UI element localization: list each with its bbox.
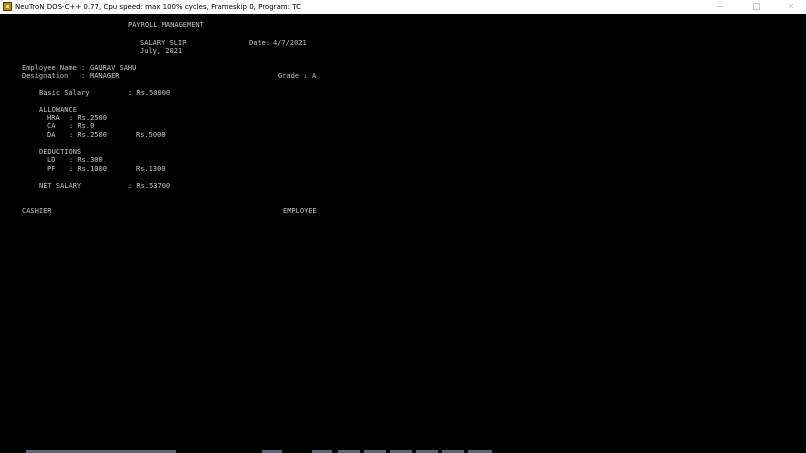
deduction-value-pf: : Rs.1000 bbox=[69, 165, 107, 173]
allowance-value-da: : Rs.2500 bbox=[69, 131, 107, 139]
date-label: Date: bbox=[249, 39, 271, 47]
deductions-total: Rs.1300 bbox=[136, 165, 166, 173]
maximize-button[interactable] bbox=[741, 0, 771, 14]
allowance-value-hra: : Rs.2500 bbox=[69, 114, 107, 122]
deduction-value-ld: : Rs.300 bbox=[69, 156, 103, 164]
minimize-button[interactable] bbox=[705, 0, 735, 14]
slip-month: July, 2021 bbox=[140, 47, 183, 55]
allowance-value-ca: : Rs.0 bbox=[69, 122, 95, 130]
designation-label: Designation : bbox=[22, 72, 86, 80]
employee-name-value: GAURAV SAHU bbox=[90, 64, 137, 72]
allowance-heading: ALLOWANCE bbox=[39, 106, 77, 114]
deduction-label-pf: PF bbox=[47, 165, 56, 173]
allowance-label-hra: HRA bbox=[47, 114, 60, 122]
grade-value: A bbox=[312, 72, 317, 80]
designation-value: MANAGER bbox=[90, 72, 120, 80]
title-bar[interactable]: NeuTroN DOS-C++ 0.77, Cpu speed: max 100… bbox=[0, 0, 806, 14]
deduction-label-ld: LD bbox=[47, 156, 56, 164]
dos-screen[interactable]: PAYROLL MANAGEMENT SALARY SLIP Date: 4/7… bbox=[0, 14, 806, 453]
grade-label: Grade : bbox=[278, 72, 308, 80]
maximize-icon bbox=[752, 3, 760, 10]
cashier-signature-label: CASHIER bbox=[22, 207, 52, 215]
window-title: NeuTroN DOS-C++ 0.77, Cpu speed: max 100… bbox=[15, 3, 301, 11]
basic-salary-label: Basic Salary bbox=[39, 89, 90, 97]
deductions-heading: DEDUCTIONS bbox=[39, 148, 82, 156]
allowance-label-da: DA bbox=[47, 131, 56, 139]
payroll-header: PAYROLL MANAGEMENT bbox=[128, 21, 204, 29]
date-value: 4/7/2021 bbox=[273, 39, 307, 47]
basic-salary-value: : Rs.50000 bbox=[128, 89, 171, 97]
employee-name-label: Employee Name : bbox=[22, 64, 86, 72]
dos-emulator-window: NeuTroN DOS-C++ 0.77, Cpu speed: max 100… bbox=[0, 0, 806, 453]
close-button[interactable]: ✕ bbox=[776, 0, 806, 14]
salary-slip-title: SALARY SLIP bbox=[140, 39, 187, 47]
close-icon: ✕ bbox=[787, 2, 795, 11]
app-icon bbox=[3, 2, 12, 11]
allowance-label-ca: CA bbox=[47, 122, 56, 130]
allowance-total: Rs.5000 bbox=[136, 131, 166, 139]
net-salary-value: : Rs.53700 bbox=[128, 182, 171, 190]
employee-signature-label: EMPLOYEE bbox=[283, 207, 317, 215]
net-salary-label: NET SALARY bbox=[39, 182, 82, 190]
minimize-icon bbox=[717, 6, 723, 7]
